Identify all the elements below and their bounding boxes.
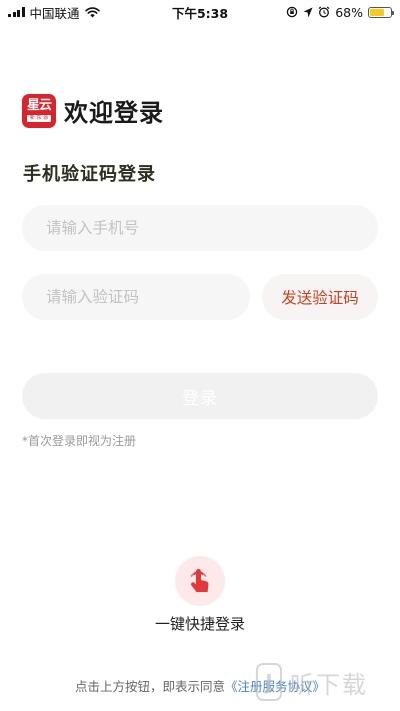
logo-main-text: 星云 bbox=[26, 98, 52, 113]
battery-level-fill bbox=[370, 8, 384, 16]
login-method-title: 手机验证码登录 bbox=[23, 164, 156, 185]
quick-login-icon-bg bbox=[175, 556, 225, 606]
watermark: J 听下载 bbox=[256, 663, 368, 701]
phone-input[interactable] bbox=[22, 205, 378, 251]
app-logo: 星云 新 东 源 bbox=[22, 93, 56, 128]
logo-sub-text: 新 东 源 bbox=[26, 115, 52, 122]
page-title: 欢迎登录 bbox=[64, 99, 164, 127]
screen-rotation-lock-icon bbox=[286, 6, 298, 18]
agreement-prefix: 点击上方按钮，即表示同意 bbox=[74, 679, 225, 694]
quick-login-label: 一键快捷登录 bbox=[154, 615, 245, 633]
battery-icon bbox=[368, 6, 394, 18]
battery-percent: 68% bbox=[335, 4, 363, 20]
login-button[interactable]: 登录 bbox=[22, 373, 378, 419]
status-right: 68% bbox=[286, 4, 394, 20]
login-screen: 中国联通 下午5:38 68% 星云 新 东 源 欢迎登录 手机验证码登录 请输… bbox=[0, 0, 400, 711]
alarm-icon bbox=[318, 6, 330, 18]
wifi-icon bbox=[84, 6, 100, 18]
watermark-text: 听下载 bbox=[290, 670, 368, 699]
watermark-logo-icon: J bbox=[256, 663, 282, 701]
signal-icon bbox=[8, 7, 25, 17]
first-login-hint: *首次登录即视为注册 bbox=[22, 434, 137, 448]
quick-login-button[interactable]: 一键快捷登录 bbox=[0, 556, 400, 634]
status-bar: 中国联通 下午5:38 68% bbox=[0, 0, 400, 24]
carrier-name: 中国联通 bbox=[29, 5, 80, 21]
app-header: 星云 新 东 源 欢迎登录 bbox=[22, 93, 164, 128]
send-code-button[interactable]: 发送验证码 bbox=[262, 274, 378, 320]
location-icon bbox=[303, 7, 313, 17]
finger-tap-icon bbox=[190, 569, 209, 592]
verification-code-input[interactable] bbox=[22, 274, 250, 320]
status-left: 中国联通 bbox=[8, 3, 100, 22]
